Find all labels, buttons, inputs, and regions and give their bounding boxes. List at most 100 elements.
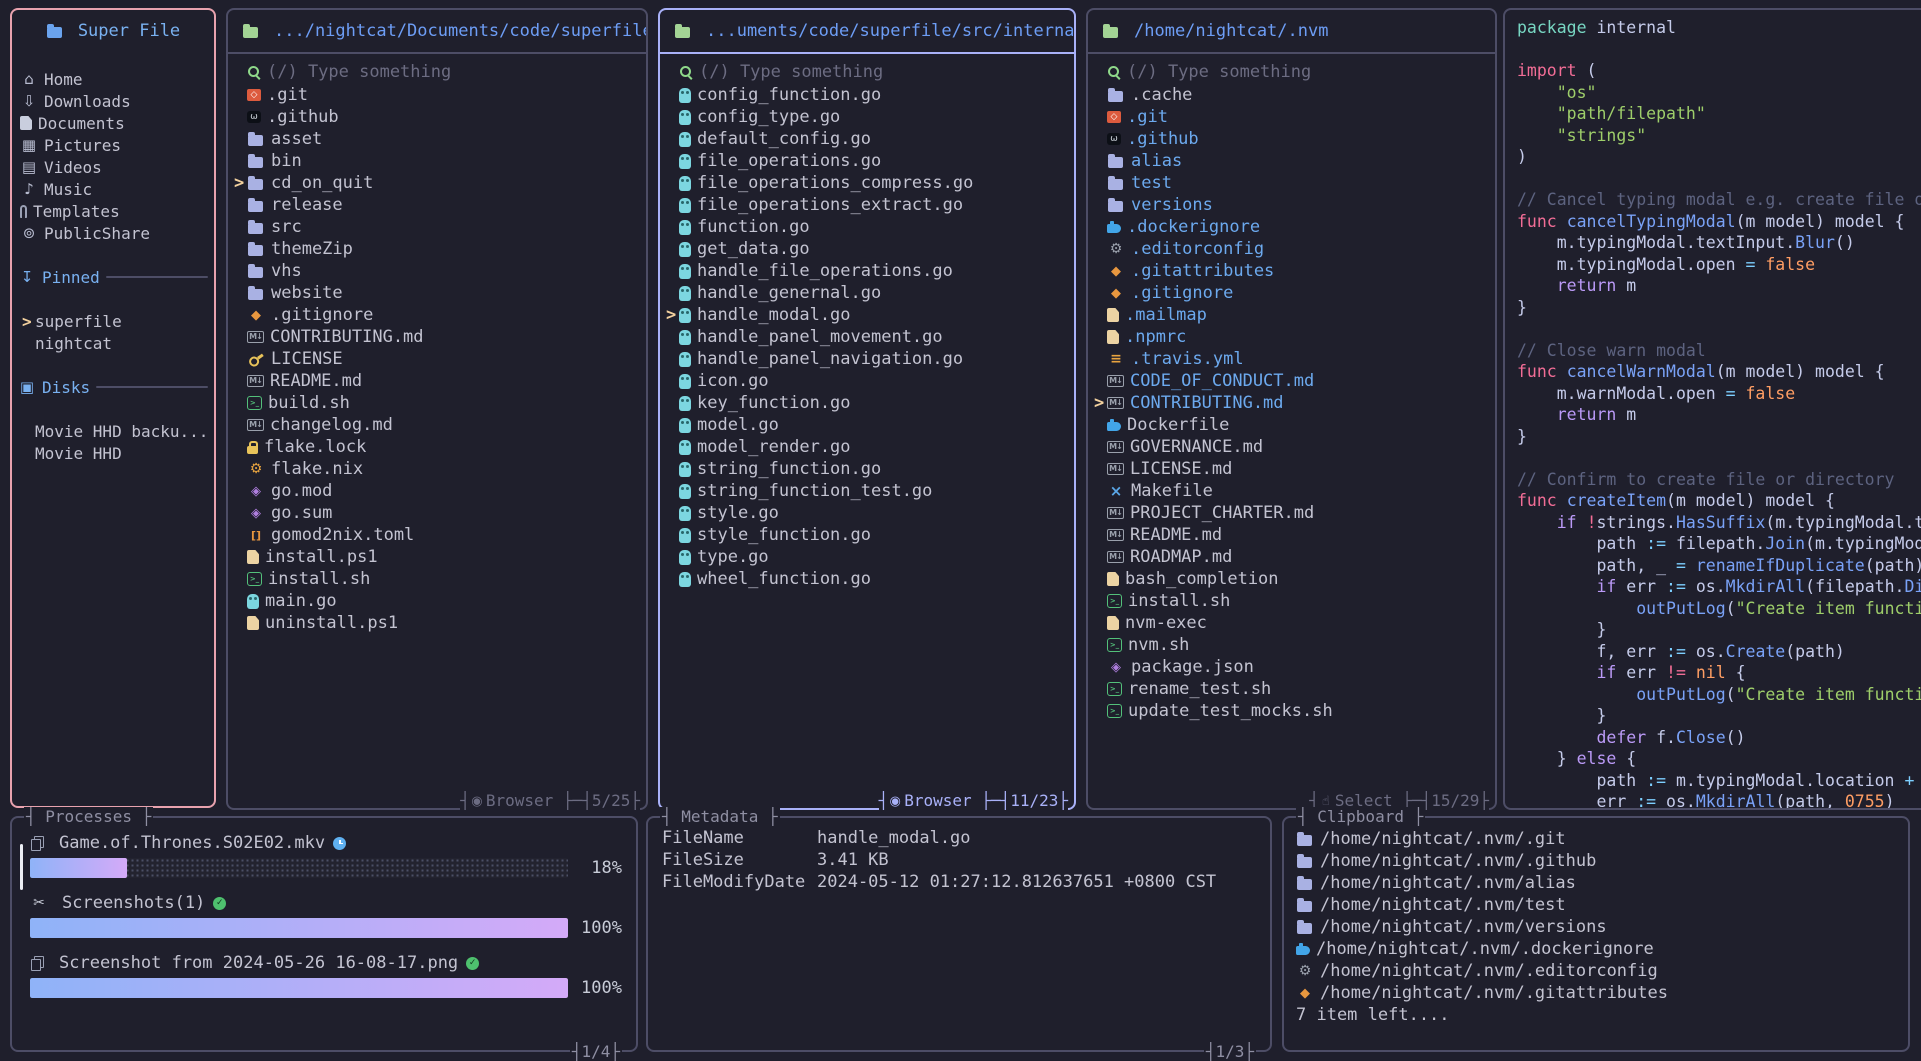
process-item[interactable]: Screenshot from 2024-05-26 16-08-17.png✓… (30, 952, 622, 998)
file-row[interactable]: handle_panel_navigation.go (660, 348, 1074, 370)
file-row[interactable]: file_operations.go (660, 150, 1074, 172)
file-row[interactable]: config_function.go (660, 84, 1074, 106)
file-row[interactable]: ◈go.mod (228, 480, 646, 502)
file-row[interactable]: ◆.gitignore (1088, 282, 1495, 304)
file-row[interactable]: .mailmap (1088, 304, 1495, 326)
disk-item[interactable]: Movie HHD (12, 442, 214, 464)
pinned-item-superfile[interactable]: >superfile (12, 310, 214, 332)
search-bar[interactable]: (/) Type something (228, 60, 646, 84)
file-row[interactable]: M↓changelog.md (228, 414, 646, 436)
file-row[interactable]: M↓GOVERNANCE.md (1088, 436, 1495, 458)
file-row[interactable]: >_build.sh (228, 392, 646, 414)
file-row[interactable]: ≡.travis.yml (1088, 348, 1495, 370)
sidebar-item-downloads[interactable]: ⇩Downloads (12, 90, 214, 112)
file-row[interactable]: model.go (660, 414, 1074, 436)
file-row[interactable]: ◆.gitignore (228, 304, 646, 326)
file-row[interactable]: bash_completion (1088, 568, 1495, 590)
file-row[interactable]: test (1088, 172, 1495, 194)
file-row[interactable]: >_install.sh (228, 568, 646, 590)
file-row[interactable]: M↓README.md (1088, 524, 1495, 546)
file-row[interactable]: alias (1088, 150, 1495, 172)
process-item[interactable]: Game.of.Thrones.S02E02.mkv18% (30, 832, 622, 878)
file-row[interactable]: handle_file_operations.go (660, 260, 1074, 282)
file-row[interactable]: model_render.go (660, 436, 1074, 458)
file-row[interactable]: release (228, 194, 646, 216)
sidebar-item-home[interactable]: ⌂Home (12, 68, 214, 90)
file-row[interactable]: ◈go.sum (228, 502, 646, 524)
file-row[interactable]: get_data.go (660, 238, 1074, 260)
file-row[interactable]: type.go (660, 546, 1074, 568)
sidebar-item-publicshare[interactable]: ⊚PublicShare (12, 222, 214, 244)
code-line: // Cancel typing modal e.g. create file … (1517, 190, 1921, 212)
file-row[interactable]: config_type.go (660, 106, 1074, 128)
file-row[interactable]: M↓CODE_OF_CONDUCT.md (1088, 370, 1495, 392)
pinned-item-nightcat[interactable]: nightcat (12, 332, 214, 354)
file-row[interactable]: ◆.gitattributes (1088, 260, 1495, 282)
code-line: m.typingModal.open = false (1517, 255, 1921, 277)
file-row[interactable]: themeZip (228, 238, 646, 260)
file-row[interactable]: ω.github (1088, 128, 1495, 150)
file-row[interactable]: ◇.git (228, 84, 646, 106)
file-row[interactable]: icon.go (660, 370, 1074, 392)
search-bar[interactable]: (/) Type something (660, 60, 1074, 84)
sidebar-item-music[interactable]: ♪Music (12, 178, 214, 200)
process-item[interactable]: ✂Screenshots(1)✓100% (30, 892, 622, 938)
sidebar-item-pictures[interactable]: ▦Pictures (12, 134, 214, 156)
file-row[interactable]: LICENSE (228, 348, 646, 370)
file-row[interactable]: style_function.go (660, 524, 1074, 546)
file-row[interactable]: M↓CONTRIBUTING.md (228, 326, 646, 348)
disk-item[interactable]: Movie HHD backu... (12, 420, 214, 442)
file-row[interactable]: Dockerfile (1088, 414, 1495, 436)
file-row[interactable]: flake.lock (228, 436, 646, 458)
file-row[interactable]: M↓LICENSE.md (1088, 458, 1495, 480)
file-row[interactable]: >_rename_test.sh (1088, 678, 1495, 700)
file-row[interactable]: M↓README.md (228, 370, 646, 392)
file-row[interactable]: ω.github (228, 106, 646, 128)
file-row[interactable]: string_function.go (660, 458, 1074, 480)
file-row[interactable]: handle_panel_movement.go (660, 326, 1074, 348)
file-row[interactable]: >_install.sh (1088, 590, 1495, 612)
file-row[interactable]: string_function_test.go (660, 480, 1074, 502)
file-row[interactable]: file_operations_compress.go (660, 172, 1074, 194)
file-row[interactable]: uninstall.ps1 (228, 612, 646, 634)
file-row[interactable]: M↓ROADMAP.md (1088, 546, 1495, 568)
file-row[interactable]: versions (1088, 194, 1495, 216)
file-row[interactable]: >_nvm.sh (1088, 634, 1495, 656)
file-row[interactable]: ◈package.json (1088, 656, 1495, 678)
file-row[interactable]: >cd_on_quit (228, 172, 646, 194)
file-row[interactable]: .npmrc (1088, 326, 1495, 348)
file-row[interactable]: M↓PROJECT_CHARTER.md (1088, 502, 1495, 524)
file-row[interactable]: src (228, 216, 646, 238)
clipboard-more: 7 item left.... (1284, 1004, 1908, 1026)
sidebar-item-videos[interactable]: ▤Videos (12, 156, 214, 178)
file-row[interactable]: >M↓CONTRIBUTING.md (1088, 392, 1495, 414)
file-row[interactable]: >_update_test_mocks.sh (1088, 700, 1495, 722)
file-row[interactable]: .dockerignore (1088, 216, 1495, 238)
sidebar-item-templates[interactable]: Templates (12, 200, 214, 222)
file-row[interactable]: default_config.go (660, 128, 1074, 150)
file-row[interactable]: website (228, 282, 646, 304)
file-row[interactable]: nvm-exec (1088, 612, 1495, 634)
file-row[interactable]: ◇.git (1088, 106, 1495, 128)
file-row[interactable]: wheel_function.go (660, 568, 1074, 590)
file-row[interactable]: install.ps1 (228, 546, 646, 568)
file-row[interactable]: >handle_modal.go (660, 304, 1074, 326)
file-row[interactable]: handle_genernal.go (660, 282, 1074, 304)
cube-icon: ◈ (247, 483, 265, 499)
file-row[interactable]: ×Makefile (1088, 480, 1495, 502)
file-row[interactable]: function.go (660, 216, 1074, 238)
file-row[interactable]: ⚙.editorconfig (1088, 238, 1495, 260)
file-row[interactable]: ⚙flake.nix (228, 458, 646, 480)
file-row[interactable]: key_function.go (660, 392, 1074, 414)
file-row[interactable]: vhs (228, 260, 646, 282)
file-row[interactable]: file_operations_extract.go (660, 194, 1074, 216)
sidebar-item-documents[interactable]: Documents (12, 112, 214, 134)
file-row[interactable]: style.go (660, 502, 1074, 524)
file-row[interactable]: []gomod2nix.toml (228, 524, 646, 546)
search-bar[interactable]: (/) Type something (1088, 60, 1495, 84)
file-row[interactable]: asset (228, 128, 646, 150)
shell-icon: >_ (1107, 682, 1122, 696)
file-row[interactable]: main.go (228, 590, 646, 612)
file-row[interactable]: .cache (1088, 84, 1495, 106)
file-row[interactable]: bin (228, 150, 646, 172)
